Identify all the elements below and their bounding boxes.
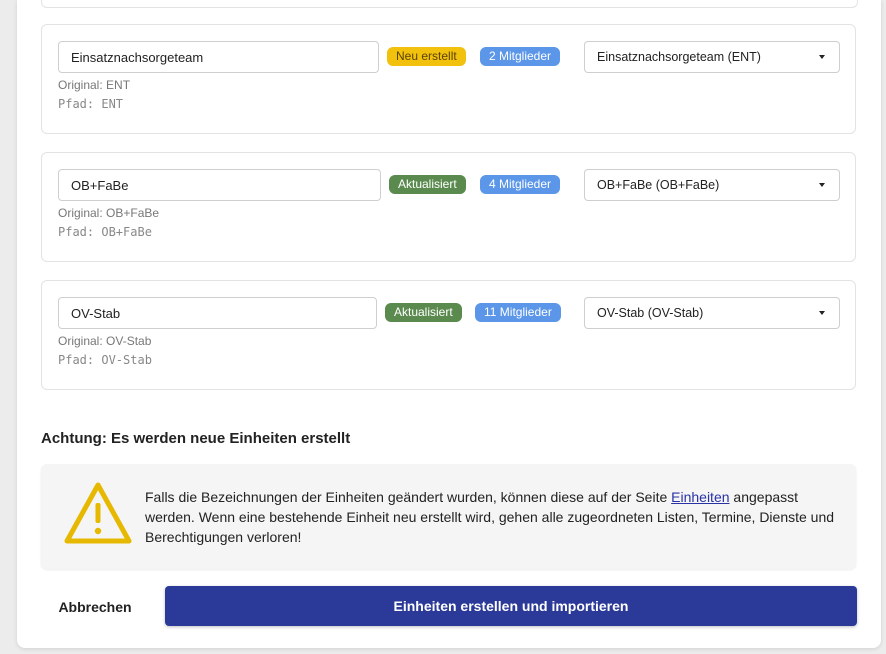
warning-triangle-icon — [63, 481, 133, 550]
member-count-badge: 4 Mitglieder — [480, 175, 561, 194]
caret-down-icon — [819, 55, 825, 59]
create-and-import-button[interactable]: Einheiten erstellen und importieren — [165, 586, 857, 626]
unit-name-input[interactable] — [58, 41, 379, 73]
original-label: Original: OB+FaBe — [58, 206, 160, 220]
previous-unit-card — [41, 0, 858, 8]
warning-text-before-link: Falls die Bezeichnungen der Einheiten ge… — [145, 489, 672, 505]
caret-down-icon — [819, 311, 825, 315]
unit-mapping-select[interactable]: Einsatznachsorgeteam (ENT) — [584, 41, 840, 73]
unit-card: Aktualisiert 4 Mitglieder OB+FaBe (OB+Fa… — [41, 152, 856, 262]
original-label: Original: ENT — [58, 78, 131, 92]
unit-name-input[interactable] — [58, 169, 381, 201]
unit-card: Aktualisiert 11 Mitglieder OV-Stab (OV-S… — [41, 280, 856, 390]
original-label: Original: OV-Stab — [58, 334, 152, 348]
unit-mapping-value: OV-Stab (OV-Stab) — [597, 306, 704, 320]
unit-mapping-value: OB+FaBe (OB+FaBe) — [597, 178, 720, 192]
path-label: Pfad: ENT — [58, 97, 124, 111]
unit-name-input[interactable] — [58, 297, 377, 329]
unit-mapping-select[interactable]: OB+FaBe (OB+FaBe) — [584, 169, 840, 201]
member-count-badge: 2 Mitglieder — [480, 47, 561, 66]
unit-mapping-value: Einsatznachsorgeteam (ENT) — [597, 50, 761, 64]
status-badge: Neu erstellt — [387, 47, 466, 66]
cancel-button[interactable]: Abbrechen — [41, 587, 149, 627]
status-badge: Aktualisiert — [389, 175, 466, 194]
path-label: Pfad: OB+FaBe — [58, 225, 152, 239]
member-count-badge: 11 Mitglieder — [475, 303, 561, 322]
path-label: Pfad: OV-Stab — [58, 353, 152, 367]
status-badge: Aktualisiert — [385, 303, 462, 322]
caret-down-icon — [819, 183, 825, 187]
warning-text: Falls die Bezeichnungen der Einheiten ge… — [145, 487, 835, 547]
units-page-link[interactable]: Einheiten — [671, 489, 729, 505]
warning-title: Achtung: Es werden neue Einheiten erstel… — [41, 430, 351, 447]
unit-mapping-select[interactable]: OV-Stab (OV-Stab) — [584, 297, 840, 329]
warning-box: Falls die Bezeichnungen der Einheiten ge… — [41, 464, 856, 569]
unit-card: Neu erstellt 2 Mitglieder Einsatznachsor… — [41, 24, 856, 134]
